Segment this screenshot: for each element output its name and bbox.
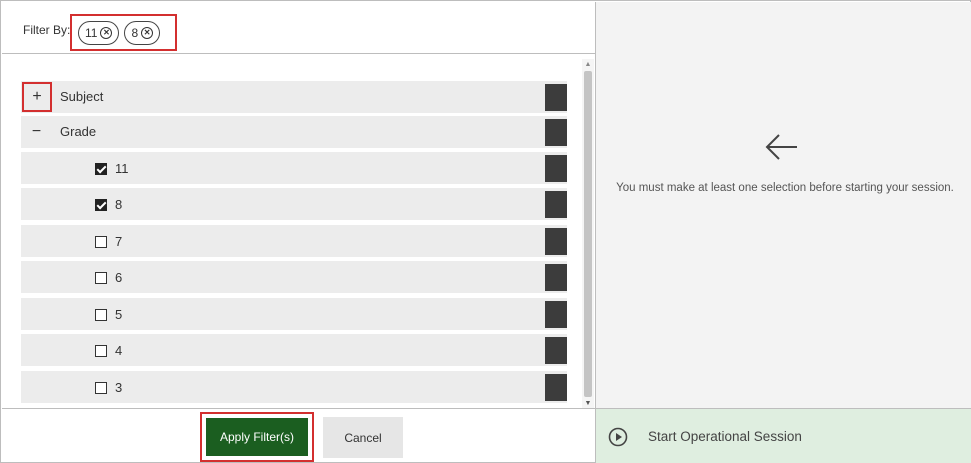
collapse-icon[interactable]: −	[21, 116, 52, 148]
grade-option-5[interactable]: 5	[21, 298, 567, 330]
arrow-left-icon	[765, 134, 797, 160]
active-filter-chips: 11 ✕ 8 ✕	[70, 14, 177, 51]
grade-checkbox-4[interactable]: 4	[95, 343, 122, 358]
expand-icon[interactable]: +	[22, 82, 52, 112]
grade-option-11[interactable]: 11	[21, 152, 567, 184]
app-frame: Filter By: 11 ✕ 8 ✕ + Subject − Grade 11…	[0, 0, 971, 463]
row-end-block	[545, 337, 567, 364]
grade-option-label: 4	[115, 343, 123, 358]
grade-option-4[interactable]: 4	[21, 334, 567, 366]
checkbox-unchecked-icon[interactable]	[95, 271, 107, 284]
grade-option-label: 11	[115, 161, 129, 176]
filter-panel: Filter By: 11 ✕ 8 ✕ + Subject − Grade 11…	[2, 2, 595, 462]
grade-option-label: 5	[115, 307, 123, 322]
chip-label: 11	[85, 25, 98, 40]
row-end-block	[545, 228, 567, 255]
close-circle-icon[interactable]: ✕	[141, 26, 154, 39]
filter-chip-8[interactable]: 8 ✕	[124, 20, 161, 45]
filter-header: Filter By: 11 ✕ 8 ✕	[2, 2, 595, 54]
grade-checkbox-6[interactable]: 6	[95, 270, 122, 285]
checkbox-unchecked-icon[interactable]	[95, 235, 107, 248]
filter-chip-11[interactable]: 11 ✕	[78, 20, 120, 45]
group-label-subject: Subject	[60, 89, 104, 104]
grade-option-6[interactable]: 6	[21, 261, 567, 293]
scroll-thumb[interactable]	[584, 71, 592, 397]
play-circle-icon[interactable]	[608, 427, 628, 447]
apply-filters-button[interactable]: Apply Filter(s)	[206, 418, 308, 456]
checkbox-unchecked-icon[interactable]	[95, 344, 107, 357]
row-end-block	[545, 301, 567, 328]
session-panel: You must make at least one selection bef…	[595, 2, 971, 408]
filter-tree: + Subject − Grade 11 8 7 6 5 4 3 ▲ ▼	[2, 55, 595, 408]
close-circle-icon[interactable]: ✕	[100, 26, 113, 39]
chip-label: 8	[131, 25, 139, 40]
grade-option-label: 8	[115, 197, 123, 212]
group-label-grade: Grade	[60, 124, 97, 139]
tree-scrollbar[interactable]: ▲ ▼	[582, 59, 594, 408]
row-end-block	[545, 374, 567, 401]
grade-option-8[interactable]: 8	[21, 188, 567, 220]
checkbox-unchecked-icon[interactable]	[95, 308, 107, 321]
grade-checkbox-5[interactable]: 5	[95, 307, 122, 322]
start-session-bar[interactable]: Start Operational Session	[595, 408, 971, 463]
grade-checkbox-8[interactable]: 8	[95, 197, 122, 212]
scroll-up-icon[interactable]: ▲	[582, 61, 594, 69]
row-end-block	[545, 84, 567, 111]
grade-checkbox-3[interactable]: 3	[95, 380, 122, 395]
tree-group-grade[interactable]: − Grade	[21, 116, 567, 148]
cancel-button[interactable]: Cancel	[323, 417, 403, 458]
tree-group-subject[interactable]: + Subject	[21, 81, 567, 113]
grade-option-label: 3	[115, 380, 123, 395]
checkbox-checked-icon[interactable]	[95, 198, 107, 211]
filter-footer: Apply Filter(s) Cancel	[2, 408, 595, 462]
filter-by-label: Filter By:	[23, 23, 71, 37]
grade-checkbox-7[interactable]: 7	[95, 234, 122, 249]
grade-option-label: 7	[115, 234, 123, 249]
row-end-block	[545, 191, 567, 218]
session-message: You must make at least one selection bef…	[616, 182, 954, 194]
apply-button-highlight: Apply Filter(s)	[200, 412, 314, 462]
start-session-label: Start Operational Session	[648, 429, 802, 444]
grade-option-7[interactable]: 7	[21, 225, 567, 257]
grade-checkbox-11[interactable]: 11	[95, 161, 129, 176]
row-end-block	[545, 155, 567, 182]
scroll-down-icon[interactable]: ▼	[582, 400, 594, 408]
grade-option-3[interactable]: 3	[21, 371, 567, 403]
row-end-block	[545, 119, 567, 146]
checkbox-checked-icon[interactable]	[95, 162, 107, 175]
row-end-block	[545, 264, 567, 291]
checkbox-unchecked-icon[interactable]	[95, 381, 107, 394]
grade-option-label: 6	[115, 270, 123, 285]
